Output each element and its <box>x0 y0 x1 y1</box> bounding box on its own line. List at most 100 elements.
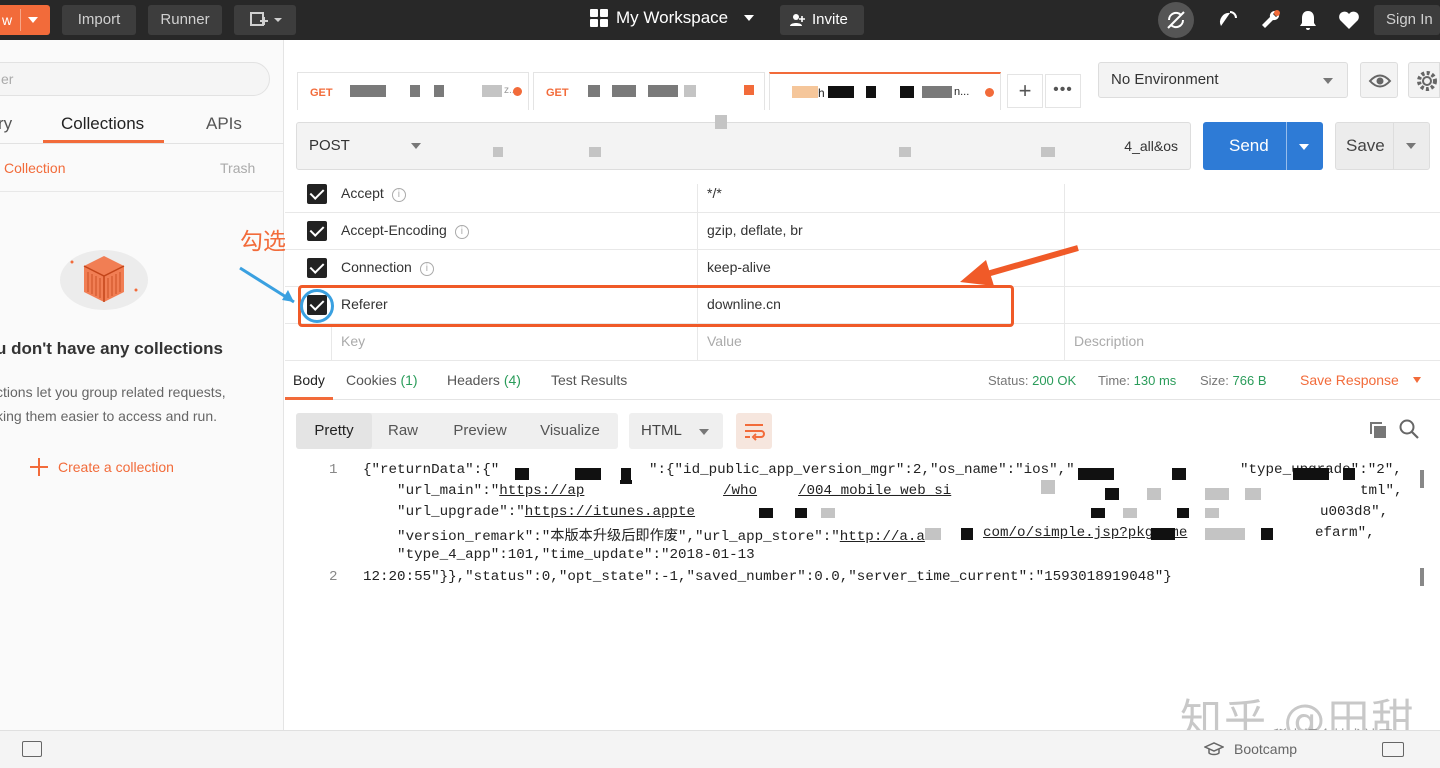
redacted-block <box>715 115 727 129</box>
code-line: "url_main":"https://ap <box>363 483 584 499</box>
format-pretty-button[interactable]: Pretty <box>296 413 372 449</box>
environment-settings-button[interactable] <box>1408 62 1440 98</box>
annotation-highlight-circle <box>300 289 334 323</box>
bell-icon[interactable] <box>1296 8 1320 32</box>
chevron-down-icon[interactable] <box>1299 144 1309 150</box>
chevron-down-icon[interactable] <box>28 17 38 23</box>
new-tab-button[interactable]: + <box>1007 74 1043 108</box>
url-input[interactable]: 4_all&os <box>433 115 1191 170</box>
workspace-label: My Workspace <box>616 8 729 27</box>
new-window-button[interactable] <box>234 5 296 35</box>
invite-button[interactable]: Invite <box>780 5 864 35</box>
method-label: POST <box>309 137 350 154</box>
language-select[interactable]: HTML <box>629 413 723 449</box>
create-collection-button[interactable]: Create a collection <box>30 458 174 476</box>
tab-cookies[interactable]: Cookies (1) <box>346 372 418 388</box>
code-link[interactable]: https://itunes.appte <box>525 504 695 520</box>
redacted-block <box>1205 508 1219 518</box>
header-key[interactable]: Connection i <box>341 259 434 276</box>
header-value[interactable]: */* <box>707 185 722 201</box>
new-collection-link[interactable]: Collection <box>4 160 65 176</box>
import-button[interactable]: Import <box>62 5 136 35</box>
info-icon[interactable]: i <box>419 262 434 276</box>
empty-state-description-line: king them easier to access and run. <box>0 408 218 424</box>
redacted-block <box>795 508 807 518</box>
code-link[interactable]: https://ap <box>499 483 584 499</box>
satellite-icon[interactable] <box>1216 8 1240 32</box>
send-button[interactable]: Send <box>1203 122 1323 170</box>
redacted-block <box>684 85 696 97</box>
header-key[interactable]: Accept-Encoding i <box>341 222 469 239</box>
new-header-value-input[interactable]: Value <box>707 333 742 349</box>
redacted-block <box>1041 480 1055 494</box>
redacted-block <box>1343 468 1355 480</box>
header-key-text: Connection <box>341 259 412 275</box>
redacted-block <box>925 528 941 540</box>
code-link[interactable]: /who <box>723 483 757 499</box>
tab-test-results[interactable]: Test Results <box>551 372 627 388</box>
request-tab[interactable]: GET <box>533 72 765 110</box>
method-select[interactable]: POST <box>296 122 434 170</box>
redacted-block <box>744 85 754 95</box>
response-status: Status: 200 OK <box>988 373 1076 388</box>
tab-collections[interactable]: Collections <box>61 114 144 134</box>
heart-icon[interactable] <box>1337 8 1361 32</box>
save-response-button[interactable]: Save Response <box>1300 372 1421 388</box>
redacted-block <box>759 508 773 518</box>
new-button[interactable]: w <box>0 5 50 35</box>
code-link[interactable]: http://a.a <box>840 529 925 545</box>
code-text: "version_remark":"本版本升级后即作废","url_app_st… <box>363 529 840 545</box>
tab-body[interactable]: Body <box>293 372 325 388</box>
header-key[interactable]: Accept i <box>341 185 406 202</box>
format-preview-button[interactable]: Preview <box>444 413 516 449</box>
new-header-description-input[interactable]: Description <box>1074 333 1144 349</box>
code-line: "url_upgrade":"https://itunes.appte <box>363 504 695 520</box>
request-tab-active[interactable]: h n... <box>769 72 1001 110</box>
code-line: {"returnData":{" <box>363 462 499 478</box>
environment-quick-look-button[interactable] <box>1360 62 1398 98</box>
scrollbar-thumb[interactable] <box>1420 470 1424 488</box>
more-tabs-button[interactable]: ••• <box>1045 74 1081 108</box>
code-link[interactable]: /004_mobile_web_si <box>798 483 951 499</box>
redacted-block <box>1293 468 1329 480</box>
header-enabled-checkbox[interactable] <box>307 184 327 204</box>
sidebar-search-input[interactable]: er <box>0 62 270 96</box>
header-enabled-checkbox[interactable] <box>307 221 327 241</box>
header-value[interactable]: gzip, deflate, br <box>707 222 803 238</box>
chevron-down-icon[interactable] <box>1406 143 1416 149</box>
create-collection-label: Create a collection <box>58 459 174 475</box>
tab-history[interactable]: ry <box>0 114 12 134</box>
environment-select[interactable]: No Environment <box>1098 62 1348 98</box>
divider <box>0 191 284 192</box>
scrollbar-thumb[interactable] <box>1420 568 1424 586</box>
format-visualize-button[interactable]: Visualize <box>528 413 612 449</box>
tab-apis[interactable]: APIs <box>206 114 242 134</box>
save-button[interactable]: Save <box>1335 122 1430 170</box>
tab-headers-count: (4) <box>503 372 521 388</box>
header-enabled-checkbox[interactable] <box>307 258 327 278</box>
wrench-icon[interactable] <box>1258 8 1282 32</box>
new-button-label: w <box>2 12 13 28</box>
redacted-block <box>434 85 444 97</box>
chevron-down-icon <box>699 429 709 435</box>
keyboard-shortcuts-icon[interactable] <box>1382 742 1404 757</box>
copy-icon[interactable] <box>1368 420 1388 440</box>
wrap-lines-button[interactable] <box>736 413 772 449</box>
tab-headers[interactable]: Headers (4) <box>447 372 521 388</box>
workspace-switcher[interactable]: My Workspace <box>590 8 755 28</box>
bootcamp-button[interactable]: Bootcamp <box>1204 741 1297 757</box>
header-value[interactable]: keep-alive <box>707 259 771 275</box>
size-label: Size: <box>1200 373 1229 388</box>
sync-status-button[interactable] <box>1158 2 1194 38</box>
new-header-key-input[interactable]: Key <box>341 333 365 349</box>
info-icon[interactable]: i <box>391 188 406 202</box>
runner-button[interactable]: Runner <box>148 5 222 35</box>
trash-link[interactable]: Trash <box>220 160 255 176</box>
sign-in-button[interactable]: Sign In <box>1374 5 1440 35</box>
search-icon[interactable] <box>1398 418 1420 440</box>
request-tab[interactable]: GET z... <box>297 72 529 110</box>
format-raw-button[interactable]: Raw <box>372 413 434 449</box>
code-line: "type_4_app":101,"time_update":"2018-01-… <box>363 547 755 563</box>
console-icon[interactable] <box>22 741 42 757</box>
info-icon[interactable]: i <box>454 225 469 239</box>
